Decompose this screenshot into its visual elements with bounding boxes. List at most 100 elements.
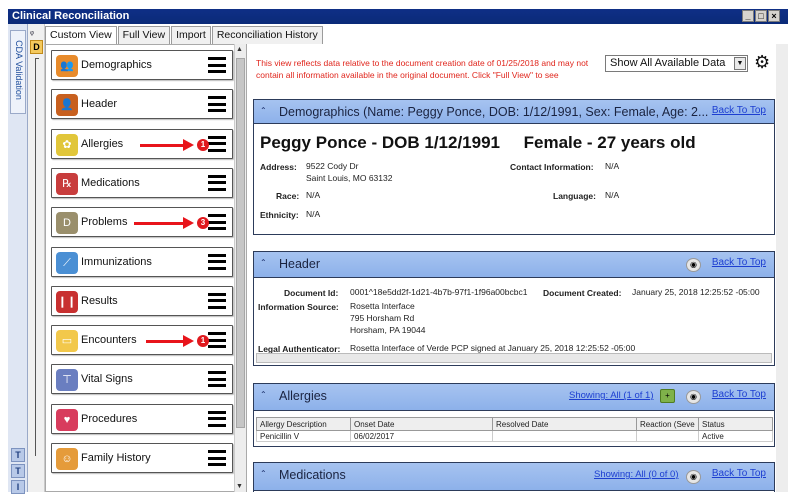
back-to-top-link[interactable]: Back To Top: [712, 468, 766, 479]
demographics-header[interactable]: ⌃ Demographics (Name: Peggy Ponce, DOB: …: [254, 100, 774, 124]
column-header[interactable]: Reaction (Seve: [636, 417, 699, 431]
ethnicity-value: N/A: [306, 209, 321, 219]
notice-text: This view reflects data relative to the …: [256, 58, 589, 80]
sidebar-item-label: Procedures: [81, 412, 138, 425]
table-cell: Active: [698, 430, 773, 442]
sidebar-item-family-history[interactable]: ☺ Family History: [51, 443, 233, 473]
sidebar-item-allergies[interactable]: ✿ Allergies 1: [51, 128, 233, 159]
cda-validation-tab[interactable]: CDA Validation: [10, 30, 26, 114]
header-section: ⌃ Header ◉ Back To Top Document Id: 0001…: [253, 251, 775, 366]
race-label: Race:: [276, 191, 300, 201]
tab-reconciliation-history[interactable]: Reconciliation History: [211, 26, 323, 44]
back-to-top-link[interactable]: Back To Top: [712, 257, 766, 268]
menu-icon[interactable]: [208, 253, 226, 270]
contact-value: N/A: [605, 161, 620, 171]
chevron-down-icon[interactable]: ▼: [734, 57, 746, 70]
sidebar-item-problems[interactable]: D Problems 3: [51, 207, 233, 238]
main-scrollbar[interactable]: [776, 44, 788, 492]
eye-icon[interactable]: ◉: [686, 390, 701, 404]
gear-icon[interactable]: ⚙: [754, 53, 770, 71]
window-controls: _ □ ×: [742, 10, 780, 22]
bracket-line: [35, 58, 39, 456]
menu-icon[interactable]: [208, 135, 226, 152]
menu-icon[interactable]: [208, 174, 226, 191]
sidebar-item-label: Allergies: [81, 137, 124, 150]
d-button[interactable]: D: [30, 40, 43, 54]
information-source-line2: 795 Horsham Rd: [350, 313, 415, 323]
nav-scroll-thumb[interactable]: [236, 58, 245, 428]
medications-header[interactable]: ⌃ Medications Showing: All (0 of 0) ◉ Ba…: [254, 463, 774, 491]
menu-icon[interactable]: [208, 410, 226, 427]
left-rail: CDA Validation T T I: [8, 24, 28, 494]
header-section-header[interactable]: ⌃ Header ◉ Back To Top: [254, 252, 774, 278]
collapse-icon[interactable]: ⌃: [260, 390, 267, 399]
column-header[interactable]: Allergy Description: [256, 417, 351, 431]
menu-icon[interactable]: [208, 96, 226, 113]
people-icon: 👥: [56, 55, 78, 77]
view-tabs: Custom View Full View Import Reconciliat…: [45, 26, 324, 45]
sidebar-item-header[interactable]: 👤 Header: [51, 89, 233, 120]
app-window: Clinical Reconciliation _ □ × CDA Valida…: [0, 0, 788, 494]
menu-icon[interactable]: [208, 450, 226, 466]
flower-icon: ✿: [56, 133, 78, 156]
back-to-top-link[interactable]: Back To Top: [712, 389, 766, 400]
scroll-up-icon[interactable]: ▲: [236, 46, 243, 53]
collapse-icon[interactable]: ⌃: [260, 106, 267, 115]
sidebar-item-immunizations[interactable]: ⟋ Immunizations: [51, 246, 233, 277]
sidebar-item-demographics[interactable]: 👥 Demographics: [51, 50, 233, 80]
patient-headline: Peggy Ponce - DOB 1/12/1991 Female - 27 …: [260, 133, 696, 152]
table-cell: 06/02/2017: [350, 430, 493, 442]
menu-icon[interactable]: [208, 371, 226, 388]
nav-scrollbar[interactable]: ▲ ▼: [234, 44, 246, 492]
collapse-icon[interactable]: ⌃: [260, 258, 267, 267]
tab-custom-view[interactable]: Custom View: [45, 26, 117, 45]
column-header[interactable]: Resolved Date: [492, 417, 637, 431]
table-cell: [636, 430, 699, 442]
back-to-top-link[interactable]: Back To Top: [712, 105, 766, 116]
table-row[interactable]: Penicillin V 06/02/2017 Active: [256, 430, 773, 442]
menu-icon[interactable]: [208, 214, 226, 231]
eye-icon[interactable]: ◉: [686, 258, 701, 272]
address-line2: Saint Louis, MO 63132: [306, 173, 393, 183]
sidebar-item-label: Demographics: [81, 59, 152, 71]
pin-icon[interactable]: ᵩ: [30, 26, 34, 36]
sidebar-item-medications[interactable]: ℞ Medications: [51, 167, 233, 198]
menu-icon[interactable]: [208, 57, 226, 73]
column-header[interactable]: Status: [698, 417, 773, 431]
tab-full-view[interactable]: Full View: [117, 26, 171, 44]
collapse-icon[interactable]: ⌃: [260, 469, 267, 478]
side-tab-1[interactable]: T: [11, 448, 25, 462]
sidebar-item-label: Immunizations: [81, 255, 152, 268]
medications-showing-link[interactable]: Showing: All (0 of 0): [594, 469, 679, 480]
column-header[interactable]: Onset Date: [350, 417, 493, 431]
header-h-scrollbar[interactable]: [256, 353, 772, 363]
menu-icon[interactable]: [208, 292, 226, 309]
test-tubes-icon: ❙❙: [56, 290, 78, 313]
sidebar-item-encounters[interactable]: ▭ Encounters 1: [51, 325, 233, 356]
document-created-label: Document Created:: [543, 288, 622, 298]
add-icon[interactable]: +: [660, 389, 675, 403]
show-data-select[interactable]: Show All Available Data ▼: [605, 55, 748, 72]
allergies-section: ⌃ Allergies Showing: All (1 of 1) + ◉ Ba…: [253, 383, 775, 447]
eye-icon[interactable]: ◉: [686, 470, 701, 484]
folder-icon: ▭: [56, 330, 78, 353]
close-button[interactable]: ×: [768, 10, 780, 22]
tab-import[interactable]: Import: [171, 26, 211, 44]
allergies-header[interactable]: ⌃ Allergies Showing: All (1 of 1) + ◉ Ba…: [254, 384, 774, 411]
minimize-button[interactable]: _: [742, 10, 754, 22]
maximize-button[interactable]: □: [755, 10, 767, 22]
sidebar-item-procedures[interactable]: ♥ Procedures: [51, 403, 233, 434]
sidebar-item-results[interactable]: ❙❙ Results: [51, 285, 233, 316]
show-select-value: Show All Available Data: [610, 57, 726, 69]
table-cell: [492, 430, 637, 442]
scroll-down-icon[interactable]: ▼: [236, 483, 243, 490]
menu-icon[interactable]: [208, 332, 226, 349]
family-icon: ☺: [56, 448, 78, 470]
red-arrow-icon: [146, 335, 194, 348]
title-bar: Clinical Reconciliation _ □ ×: [8, 9, 788, 24]
ethnicity-label: Ethnicity:: [260, 210, 299, 220]
document-id-value: 0001^18e5dd2f-1d21-4b7b-97f1-1f96a00bcbc…: [350, 287, 528, 297]
allergies-showing-link[interactable]: Showing: All (1 of 1): [569, 390, 654, 401]
sidebar-item-vital-signs[interactable]: ⊤ Vital Signs: [51, 364, 233, 395]
side-tab-2[interactable]: T: [11, 464, 25, 478]
